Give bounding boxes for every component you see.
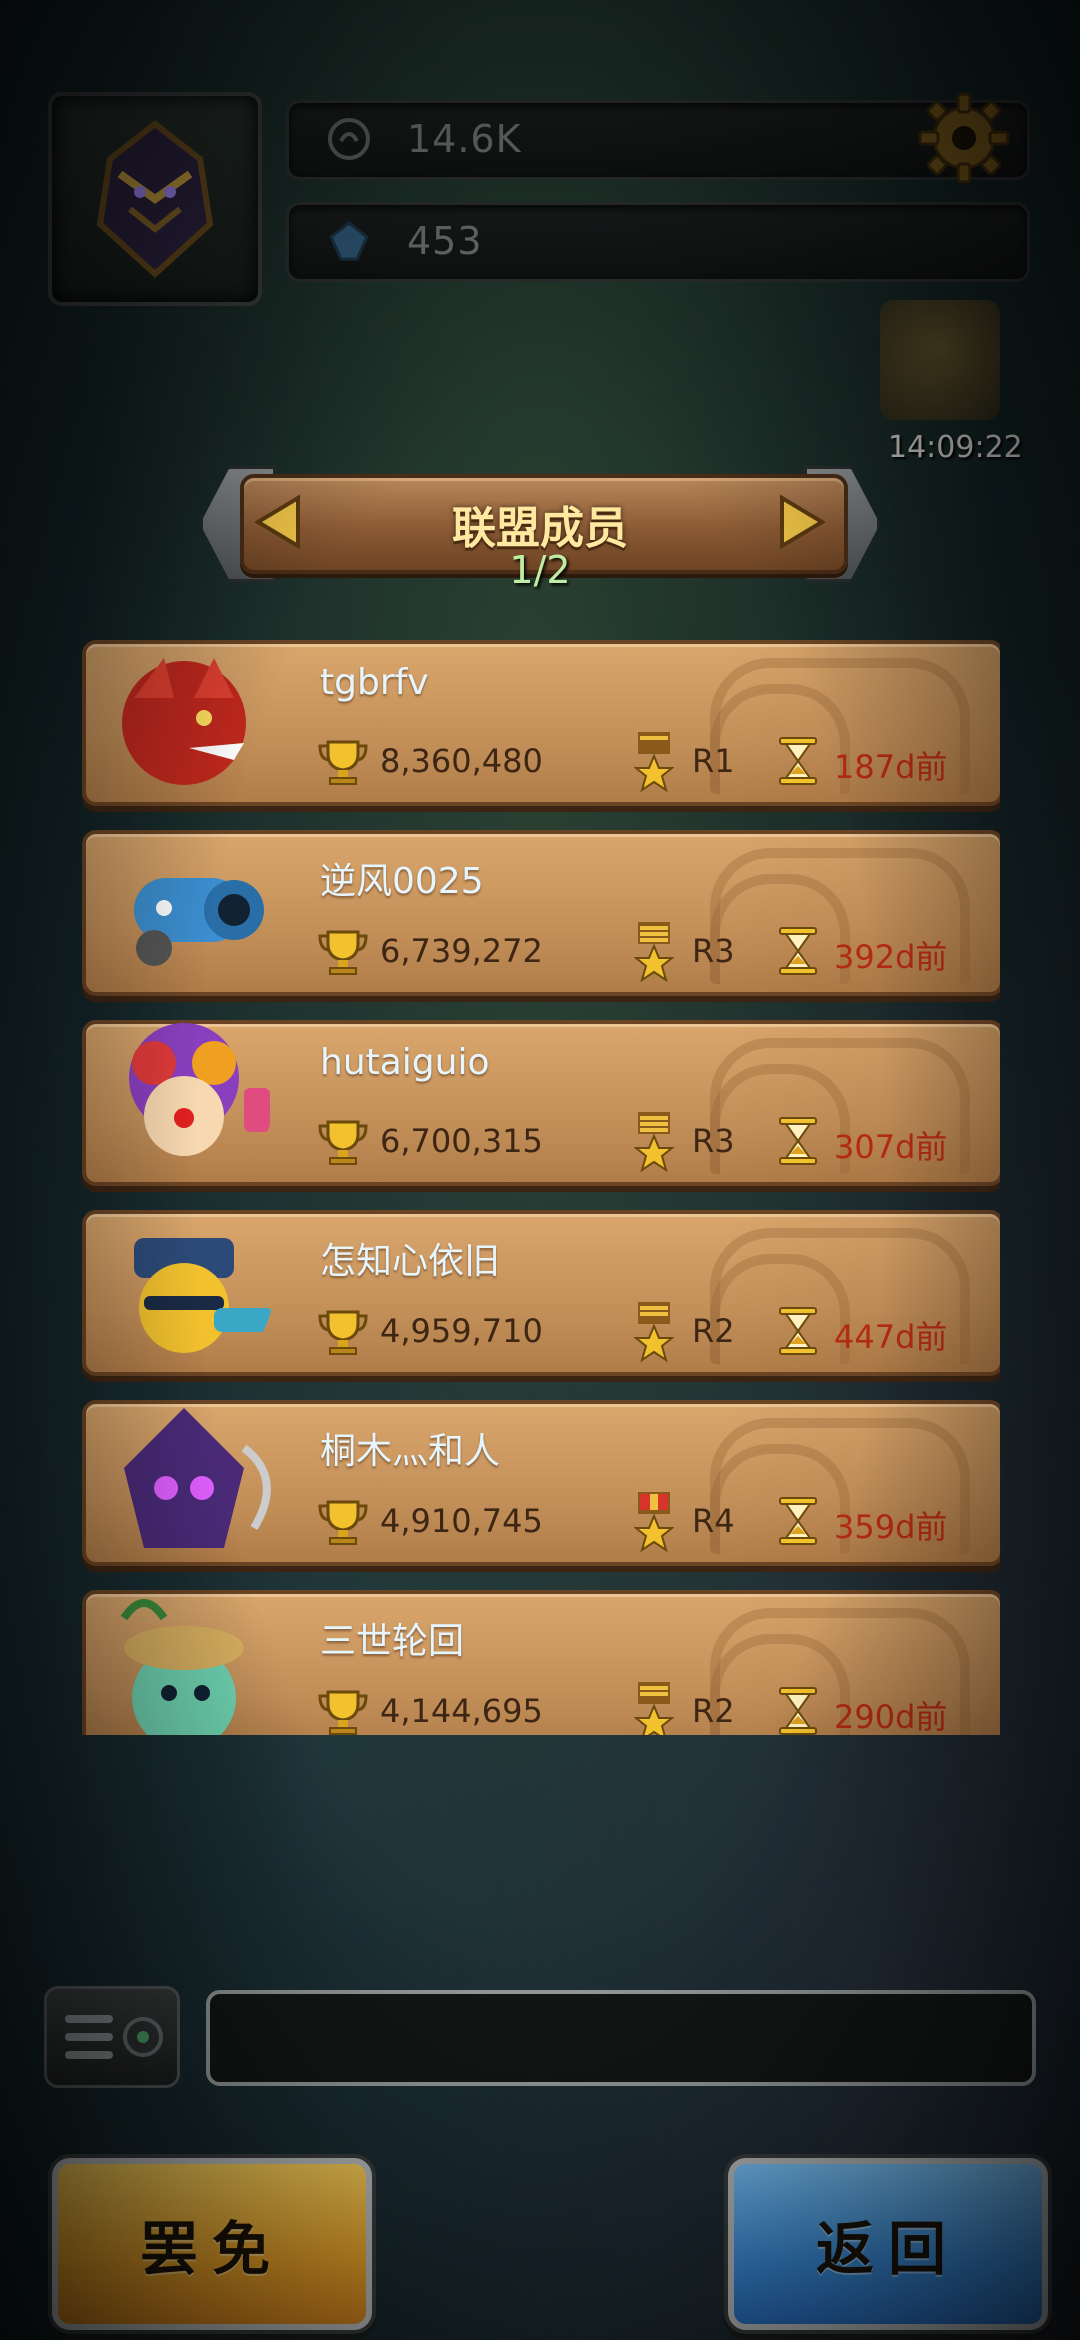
member-name: 怎知心依旧 [320,1241,501,1282]
soldier-avatar-icon [134,1238,274,1353]
hourglass-icon [779,737,817,785]
hourglass-icon [779,1307,817,1355]
trophy-count: 6,739,272 [380,932,543,970]
last-seen: 447d前 [834,1318,948,1356]
red-dragon-avatar-icon [122,658,246,785]
knight-helmet-icon [96,120,214,279]
trophy-count: 4,959,710 [380,1312,543,1350]
member-card[interactable]: hutaiguio 6,700,315 R3 307d前 [82,1020,1000,1186]
trophy-icon [318,1310,368,1355]
gem-icon [329,221,369,261]
trophy-icon [318,1120,368,1165]
chest-timer: 14:09:22 [888,430,1023,465]
hourglass-icon [779,1497,817,1545]
member-card[interactable]: 怎知心依旧 4,959,710 R2 447d前 [82,1210,1000,1376]
trophy-icon [318,930,368,975]
member-name: 桐木灬和人 [320,1431,501,1472]
trophy-count: 4,144,695 [380,1692,543,1730]
member-rank: R2 [692,1312,735,1350]
last-seen: 187d前 [834,748,948,786]
member-rank: R2 [692,1692,735,1730]
last-seen: 290d前 [834,1698,948,1735]
member-name: 三世轮回 [320,1621,465,1662]
member-name: hutaiguio [320,1042,490,1083]
hourglass-icon [779,1117,817,1165]
treasure-chest-icon[interactable] [880,300,1000,420]
member-rank: R3 [692,1122,735,1160]
rank-medal-icon [634,922,674,982]
member-rank: R3 [692,932,735,970]
last-seen: 307d前 [834,1128,948,1166]
member-card[interactable]: 桐木灬和人 4,910,745 R4 359d前 [82,1400,1000,1566]
trophy-count: 8,360,480 [380,742,543,780]
trophy-count: 4,910,745 [380,1502,543,1540]
trophy-icon [318,1500,368,1545]
member-name: 逆风0025 [320,861,484,902]
player-avatar[interactable] [48,92,262,306]
hourglass-icon [779,1687,817,1735]
settings-gear-icon[interactable] [914,88,1014,188]
last-seen: 392d前 [834,938,948,976]
rank-medal-icon [634,1682,674,1735]
trophy-count: 6,700,315 [380,1122,543,1160]
member-list[interactable]: tgbrfv 8,360,480 R1 187d前 逆风0025 6,739,2… [80,640,1000,1735]
trophy-icon [318,1690,368,1735]
page-indicator: 1/2 [509,548,571,592]
coin-value: 14.6K [407,117,522,161]
rank-medal-icon [634,1112,674,1172]
chat-input[interactable] [206,1990,1036,2086]
blue-cannon-avatar-icon [134,878,264,966]
gem-value: 453 [407,219,483,263]
member-rank: R4 [692,1502,735,1540]
member-card[interactable]: 逆风0025 6,739,272 R3 392d前 [82,830,1000,996]
last-seen: 359d前 [834,1508,948,1546]
plant-creature-avatar-icon [120,1599,244,1735]
trophy-icon [318,740,368,785]
back-button[interactable]: 返回 [728,2158,1048,2330]
purple-reaper-avatar-icon [124,1408,271,1548]
clown-avatar-icon [129,1023,270,1156]
member-card[interactable]: tgbrfv 8,360,480 R1 187d前 [82,640,1000,806]
coin-icon [328,118,370,160]
rank-medal-icon [634,1302,674,1362]
gem-counter: 453 [286,202,1030,282]
panel-title: 联盟成员 [452,503,628,554]
kick-button[interactable]: 罢免 [52,2158,372,2330]
rank-medal-icon [634,732,674,792]
rank-medal-icon [634,1492,674,1552]
chat-radio-icon[interactable] [44,1986,180,2088]
member-name: tgbrfv [320,662,429,703]
hourglass-icon [779,927,817,975]
member-rank: R1 [692,742,735,780]
member-card[interactable]: 三世轮回 4,144,695 R2 290d前 [82,1590,1000,1735]
